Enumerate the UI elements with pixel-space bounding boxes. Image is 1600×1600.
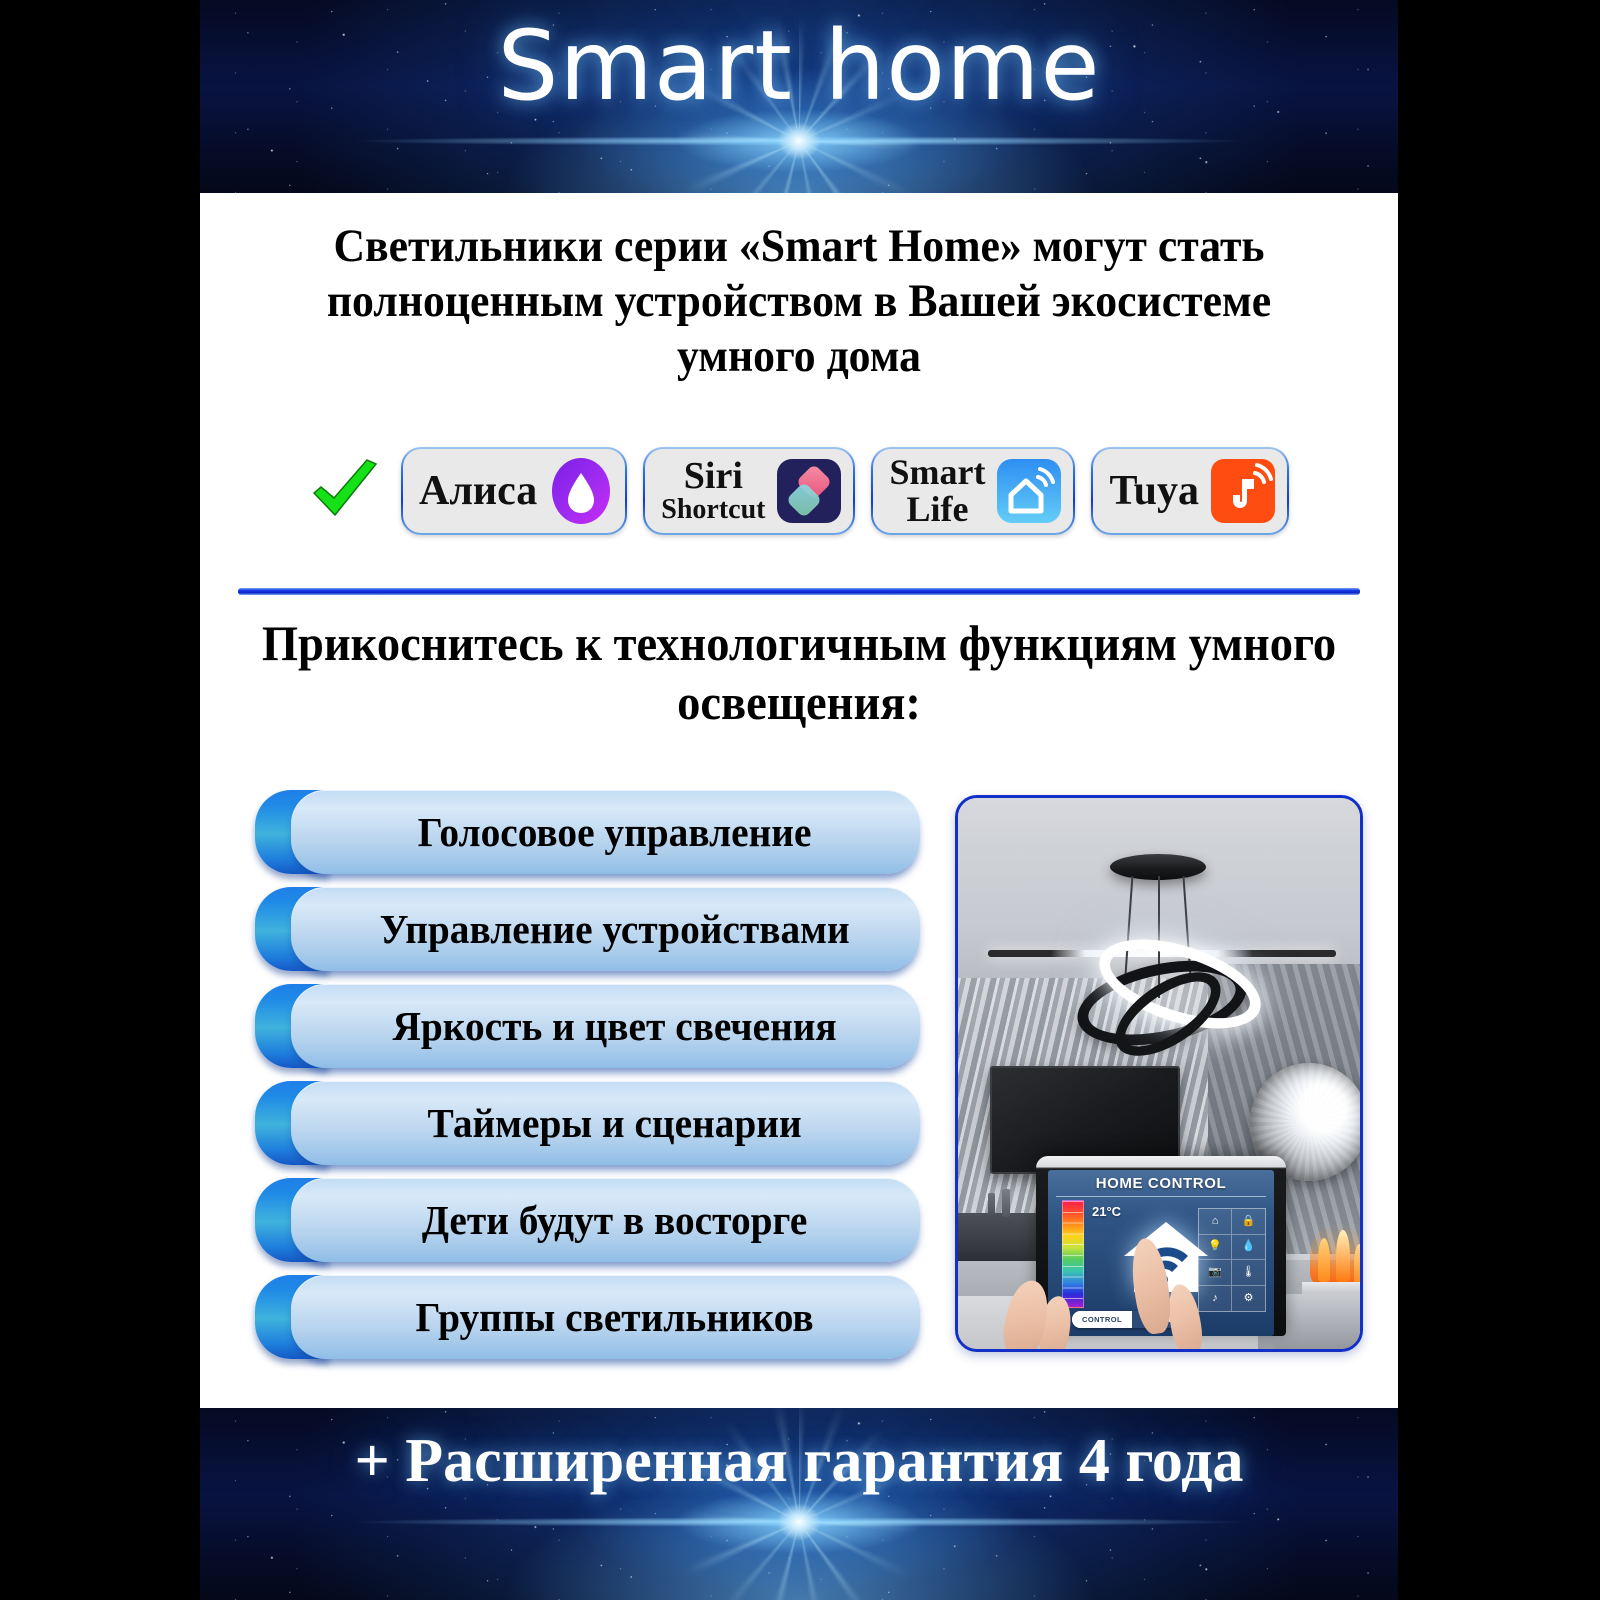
photo-bottle-2 <box>1002 1189 1010 1217</box>
badge-siri-inner: Siri Shortcut <box>645 449 854 533</box>
features-list: Голосовое управление Управление устройст… <box>255 790 920 1365</box>
feature-pill-0[interactable]: Голосовое управление <box>255 790 920 880</box>
badge-smart-life[interactable]: Smart Life <box>871 447 1076 535</box>
green-check-icon <box>312 459 378 517</box>
intro-paragraph: Светильники серии «Smart Home» могут ста… <box>326 220 1272 382</box>
siri-shortcut-icon <box>777 459 842 523</box>
feature-pill-3[interactable]: Таймеры и сценарии <box>255 1081 920 1171</box>
badge-siri-shortcut[interactable]: Siri Shortcut <box>643 447 856 535</box>
tuya-icon <box>1211 459 1275 523</box>
warranty-text: + Расширенная гарантия 4 года <box>354 1427 1244 1495</box>
header-starfield-band: Smart home <box>200 0 1398 193</box>
section-divider <box>238 588 1360 595</box>
ecosystem-badges-row: Алиса Siri Shortcut Smart Life Tuya <box>200 441 1398 541</box>
badge-siri-line1: Siri <box>683 455 743 498</box>
grid-lock-icon[interactable]: 🔒 <box>1232 1209 1265 1235</box>
photo-flame-3 <box>1354 1244 1360 1284</box>
badge-siri-label: Siri Shortcut <box>661 457 765 524</box>
grid-droplet-icon[interactable]: 💧 <box>1232 1235 1265 1260</box>
alice-icon <box>552 458 611 524</box>
grid-bulb-icon[interactable]: 💡 <box>1199 1234 1232 1260</box>
photo-hearth <box>1302 1282 1360 1294</box>
badge-smart-life-inner: Smart Life <box>873 449 1074 533</box>
feature-pill-5[interactable]: Группы светильников <box>255 1275 920 1365</box>
feature-label-0: Голосовое управление <box>417 808 812 855</box>
feature-pill-1[interactable]: Управление устройствами <box>255 887 920 977</box>
photo-flame-2 <box>1336 1230 1350 1282</box>
photo-flame-1 <box>1318 1238 1330 1282</box>
smart-life-icon <box>997 459 1062 523</box>
badge-alice-inner: Алиса <box>403 449 626 533</box>
grid-camera-icon[interactable]: 📷 <box>1199 1260 1232 1286</box>
photo-bottle-1 <box>988 1193 995 1217</box>
grid-music-icon[interactable]: ♪ <box>1199 1285 1232 1311</box>
feature-label-5: Группы светильников <box>415 1293 814 1340</box>
feature-label-3: Таймеры и сценарии <box>427 1099 802 1146</box>
feature-pill-4[interactable]: Дети будут в восторге <box>255 1178 920 1268</box>
grid-home-icon[interactable]: ⌂ <box>1199 1209 1232 1235</box>
content-card: Светильники серии «Smart Home» могут ста… <box>200 193 1398 1408</box>
grid-thermometer-icon[interactable]: 🌡 <box>1232 1260 1265 1286</box>
tablet-temperature: 21°C <box>1092 1204 1122 1219</box>
badge-alice[interactable]: Алиса <box>401 447 628 535</box>
hero-title: Smart home <box>497 10 1101 122</box>
feature-label-2: Яркость и цвет свечения <box>392 1002 837 1049</box>
badge-tuya[interactable]: Tuya <box>1091 447 1289 535</box>
tablet-title-rule <box>1056 1196 1266 1197</box>
grid-settings-icon[interactable]: ⚙ <box>1232 1286 1265 1312</box>
color-spectrum-slider[interactable] <box>1062 1200 1084 1308</box>
photo-sofa <box>1274 1294 1360 1349</box>
interior-photo: HOME CONTROL 21°C ⌂ 🔒 💡 💧 📷 🌡 ♪ ⚙ CONTRO… <box>955 795 1363 1352</box>
badge-smart-life-label: Smart Life <box>889 454 985 527</box>
feature-label-1: Управление устройствами <box>379 905 850 952</box>
badge-alice-label: Алиса <box>419 467 538 514</box>
feature-pill-2[interactable]: Яркость и цвет свечения <box>255 984 920 1074</box>
badge-smartlife-line1: Smart <box>889 452 986 493</box>
tablet-icon-grid[interactable]: ⌂ 🔒 💡 💧 📷 🌡 ♪ ⚙ <box>1198 1208 1266 1312</box>
badge-siri-line2: Shortcut <box>661 494 766 526</box>
tablet-title: HOME CONTROL <box>1095 1175 1227 1192</box>
feature-label-4: Дети будут в восторге <box>421 1196 808 1243</box>
badge-tuya-label: Tuya <box>1109 467 1199 514</box>
footer-starfield-band: + Расширенная гарантия 4 года <box>200 1408 1398 1600</box>
features-subheading: Прикоснитесь к технологичным функциям ум… <box>261 615 1337 730</box>
poster-root: Smart home Светильники серии «Smart Home… <box>0 0 1600 1600</box>
badge-smartlife-line2: Life <box>906 489 969 529</box>
tablet-control-button[interactable]: CONTROL <box>1072 1311 1132 1328</box>
badge-tuya-inner: Tuya <box>1093 449 1287 533</box>
